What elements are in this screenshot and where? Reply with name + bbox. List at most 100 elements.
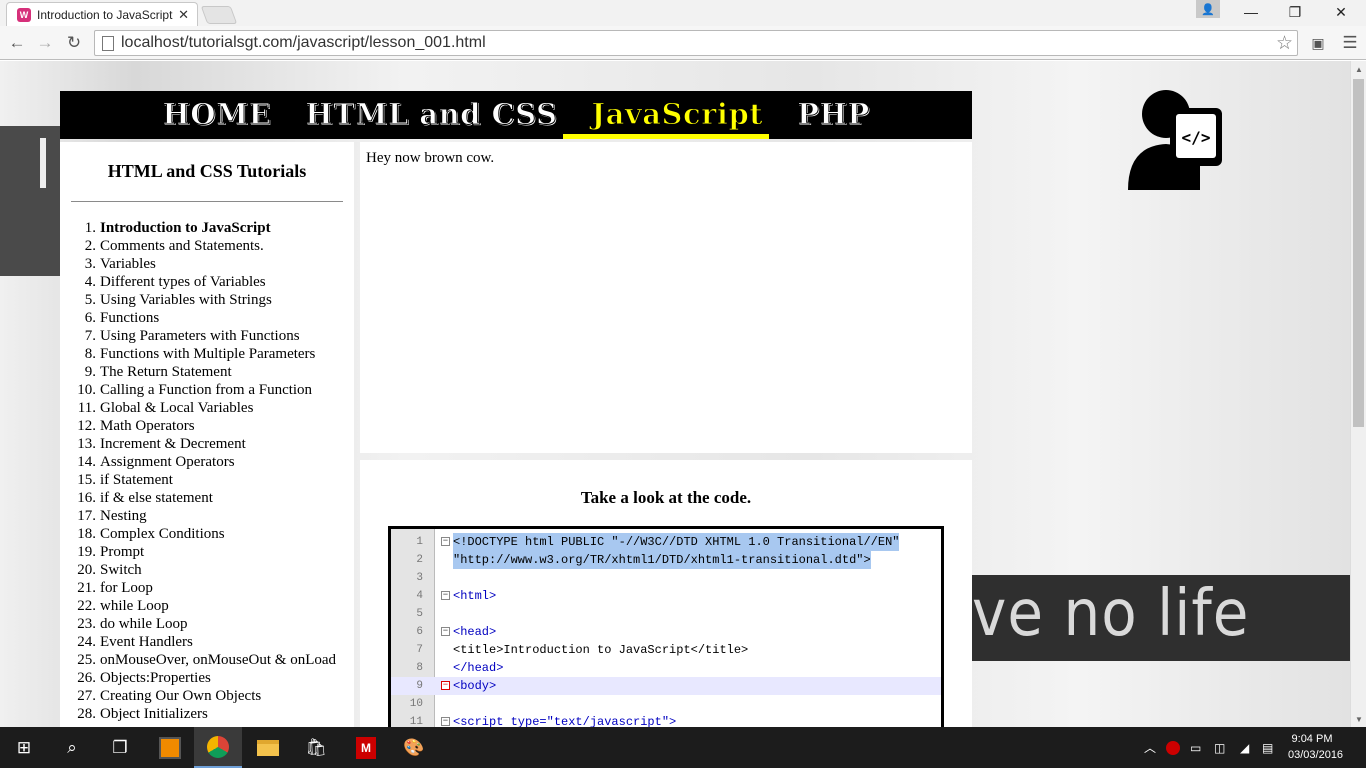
lesson-link[interactable]: for Loop xyxy=(100,579,153,597)
fold-toggle-icon[interactable]: − xyxy=(441,537,450,546)
lesson-link[interactable]: Global & Local Variables xyxy=(100,399,253,417)
lesson-list-item[interactable]: 11. Global & Local Variables xyxy=(60,399,360,417)
network-icon[interactable]: ◫ xyxy=(1214,727,1225,768)
lesson-list-item[interactable]: 24. Event Handlers xyxy=(60,633,360,651)
lesson-list-item[interactable]: 21. for Loop xyxy=(60,579,360,597)
lesson-link[interactable]: The Return Statement xyxy=(100,363,232,381)
show-hidden-icons-icon[interactable]: ︿ xyxy=(1144,727,1156,768)
paint-icon[interactable]: 🎨 xyxy=(390,727,438,768)
close-window-icon[interactable]: ✕ xyxy=(1318,0,1364,24)
lesson-link[interactable]: Comments and Statements. xyxy=(100,237,264,255)
lesson-link[interactable]: onMouseOver, onMouseOut & onLoad xyxy=(100,651,336,669)
fold-toggle-icon[interactable]: − xyxy=(441,717,450,726)
lesson-link[interactable]: if Statement xyxy=(100,471,173,489)
lesson-link[interactable]: Introduction to JavaScript xyxy=(100,219,271,237)
fold-toggle-icon[interactable]: − xyxy=(441,591,450,600)
close-tab-icon[interactable]: ✕ xyxy=(178,7,189,23)
lesson-link[interactable]: while Loop xyxy=(100,597,169,615)
lesson-link[interactable]: Different types of Variables xyxy=(100,273,266,291)
wifi-icon[interactable]: ◢ xyxy=(1240,727,1249,768)
restore-icon[interactable]: ❐ xyxy=(1272,0,1318,24)
lesson-list-item[interactable]: 27. Creating Our Own Objects xyxy=(60,687,360,705)
search-icon[interactable]: ⌕ xyxy=(48,727,96,768)
reload-icon[interactable]: ↻ xyxy=(63,32,85,54)
profile-icon[interactable]: 👤 xyxy=(1196,0,1220,18)
lesson-link[interactable]: Assignment Operators xyxy=(100,453,235,471)
back-arrow-icon[interactable]: ← xyxy=(6,32,28,54)
bookmark-star-icon[interactable]: ☆ xyxy=(1276,32,1293,55)
lesson-number: 27. xyxy=(77,688,96,704)
lesson-link[interactable]: Using Parameters with Functions xyxy=(100,327,300,345)
lesson-list-item[interactable]: 12. Math Operators xyxy=(60,417,360,435)
task-view-icon[interactable]: ❐ xyxy=(96,727,144,768)
scroll-up-icon[interactable]: ▲ xyxy=(1351,61,1366,77)
lesson-list-item[interactable]: 23. do while Loop xyxy=(60,615,360,633)
lesson-link[interactable]: Prompt xyxy=(100,543,144,561)
lesson-list-item[interactable]: 28. Object Initializers xyxy=(60,705,360,723)
page-scrollbar[interactable]: ▲ ▼ xyxy=(1350,61,1366,727)
antivirus-tray-icon[interactable] xyxy=(1166,727,1180,768)
lesson-list-item[interactable]: 6. Functions xyxy=(60,309,360,327)
fold-toggle-icon[interactable]: − xyxy=(441,627,450,636)
lesson-link[interactable]: Nesting xyxy=(100,507,147,525)
lesson-list-item[interactable]: 13. Increment & Decrement xyxy=(60,435,360,453)
sublime-text-icon[interactable] xyxy=(146,727,194,768)
lesson-list-item[interactable]: 7. Using Parameters with Functions xyxy=(60,327,360,345)
chrome-icon[interactable] xyxy=(194,727,242,768)
lesson-list-item[interactable]: 22. while Loop xyxy=(60,597,360,615)
system-clock[interactable]: 9:04 PM 03/03/2016 xyxy=(1288,731,1343,763)
lesson-list-item[interactable]: 9. The Return Statement xyxy=(60,363,360,381)
lesson-link[interactable]: Math Operators xyxy=(100,417,195,435)
nav-html-css[interactable]: HTML and CSS xyxy=(305,99,558,129)
lesson-link[interactable]: Object Initializers xyxy=(100,705,208,723)
lesson-list-item[interactable]: 16. if & else statement xyxy=(60,489,360,507)
lesson-list-item[interactable]: 17. Nesting xyxy=(60,507,360,525)
lesson-link[interactable]: Objects:Properties xyxy=(100,669,211,687)
lesson-list-item[interactable]: 8. Functions with Multiple Parameters xyxy=(60,345,360,363)
lesson-link[interactable]: Creating Our Own Objects xyxy=(100,687,261,705)
forward-arrow-icon[interactable]: → xyxy=(34,32,56,54)
lesson-link[interactable]: Increment & Decrement xyxy=(100,435,246,453)
scrollbar-thumb[interactable] xyxy=(1353,79,1364,427)
file-explorer-icon[interactable] xyxy=(244,727,292,768)
notifications-icon[interactable]: ▤ xyxy=(1262,727,1273,768)
lesson-list-item[interactable]: 18. Complex Conditions xyxy=(60,525,360,543)
lesson-list-item[interactable]: 1. Introduction to JavaScript xyxy=(60,219,360,237)
nav-home[interactable]: HOME xyxy=(162,99,271,129)
nav-javascript[interactable]: JavaScript xyxy=(563,99,769,139)
extension-icon[interactable]: ▣ xyxy=(1307,32,1329,54)
new-tab-button[interactable] xyxy=(200,6,238,24)
scroll-down-icon[interactable]: ▼ xyxy=(1351,711,1366,727)
lesson-link[interactable]: Event Handlers xyxy=(100,633,193,651)
lesson-link[interactable]: Calling a Function from a Function xyxy=(100,381,312,399)
lesson-link[interactable]: Switch xyxy=(100,561,142,579)
lesson-list-item[interactable]: 15. if Statement xyxy=(60,471,360,489)
lesson-list-item[interactable]: 14. Assignment Operators xyxy=(60,453,360,471)
mcafee-icon[interactable]: M xyxy=(342,727,390,768)
menu-icon[interactable]: ☰ xyxy=(1339,32,1361,54)
lesson-list-item[interactable]: 25. onMouseOver, onMouseOut & onLoad xyxy=(60,651,360,669)
nav-php[interactable]: PHP xyxy=(797,99,870,129)
windows-start-icon[interactable]: ⊞ xyxy=(0,727,48,768)
battery-icon[interactable]: ▭ xyxy=(1190,727,1201,768)
store-icon[interactable]: 🛍 xyxy=(292,727,340,768)
lesson-link[interactable]: Using Variables with Strings xyxy=(100,291,272,309)
lesson-list-item[interactable]: 10. Calling a Function from a Function xyxy=(60,381,360,399)
lesson-link[interactable]: Complex Conditions xyxy=(100,525,225,543)
browser-tab[interactable]: W Introduction to JavaScript ✕ xyxy=(6,2,198,26)
lesson-link[interactable]: Functions with Multiple Parameters xyxy=(100,345,315,363)
lesson-list-item[interactable]: 20. Switch xyxy=(60,561,360,579)
lesson-list-item[interactable]: 4. Different types of Variables xyxy=(60,273,360,291)
lesson-list-item[interactable]: 2. Comments and Statements. xyxy=(60,237,360,255)
lesson-list-item[interactable]: 3. Variables xyxy=(60,255,360,273)
lesson-link[interactable]: do while Loop xyxy=(100,615,188,633)
lesson-link[interactable]: Variables xyxy=(100,255,156,273)
lesson-link[interactable]: if & else statement xyxy=(100,489,213,507)
minimize-icon[interactable]: — xyxy=(1228,0,1274,24)
address-bar[interactable]: localhost/tutorialsgt.com/javascript/les… xyxy=(94,30,1298,56)
lesson-list-item[interactable]: 5. Using Variables with Strings xyxy=(60,291,360,309)
lesson-link[interactable]: Functions xyxy=(100,309,159,327)
fold-toggle-icon[interactable]: − xyxy=(441,681,450,690)
lesson-list-item[interactable]: 19. Prompt xyxy=(60,543,360,561)
lesson-list-item[interactable]: 26. Objects:Properties xyxy=(60,669,360,687)
